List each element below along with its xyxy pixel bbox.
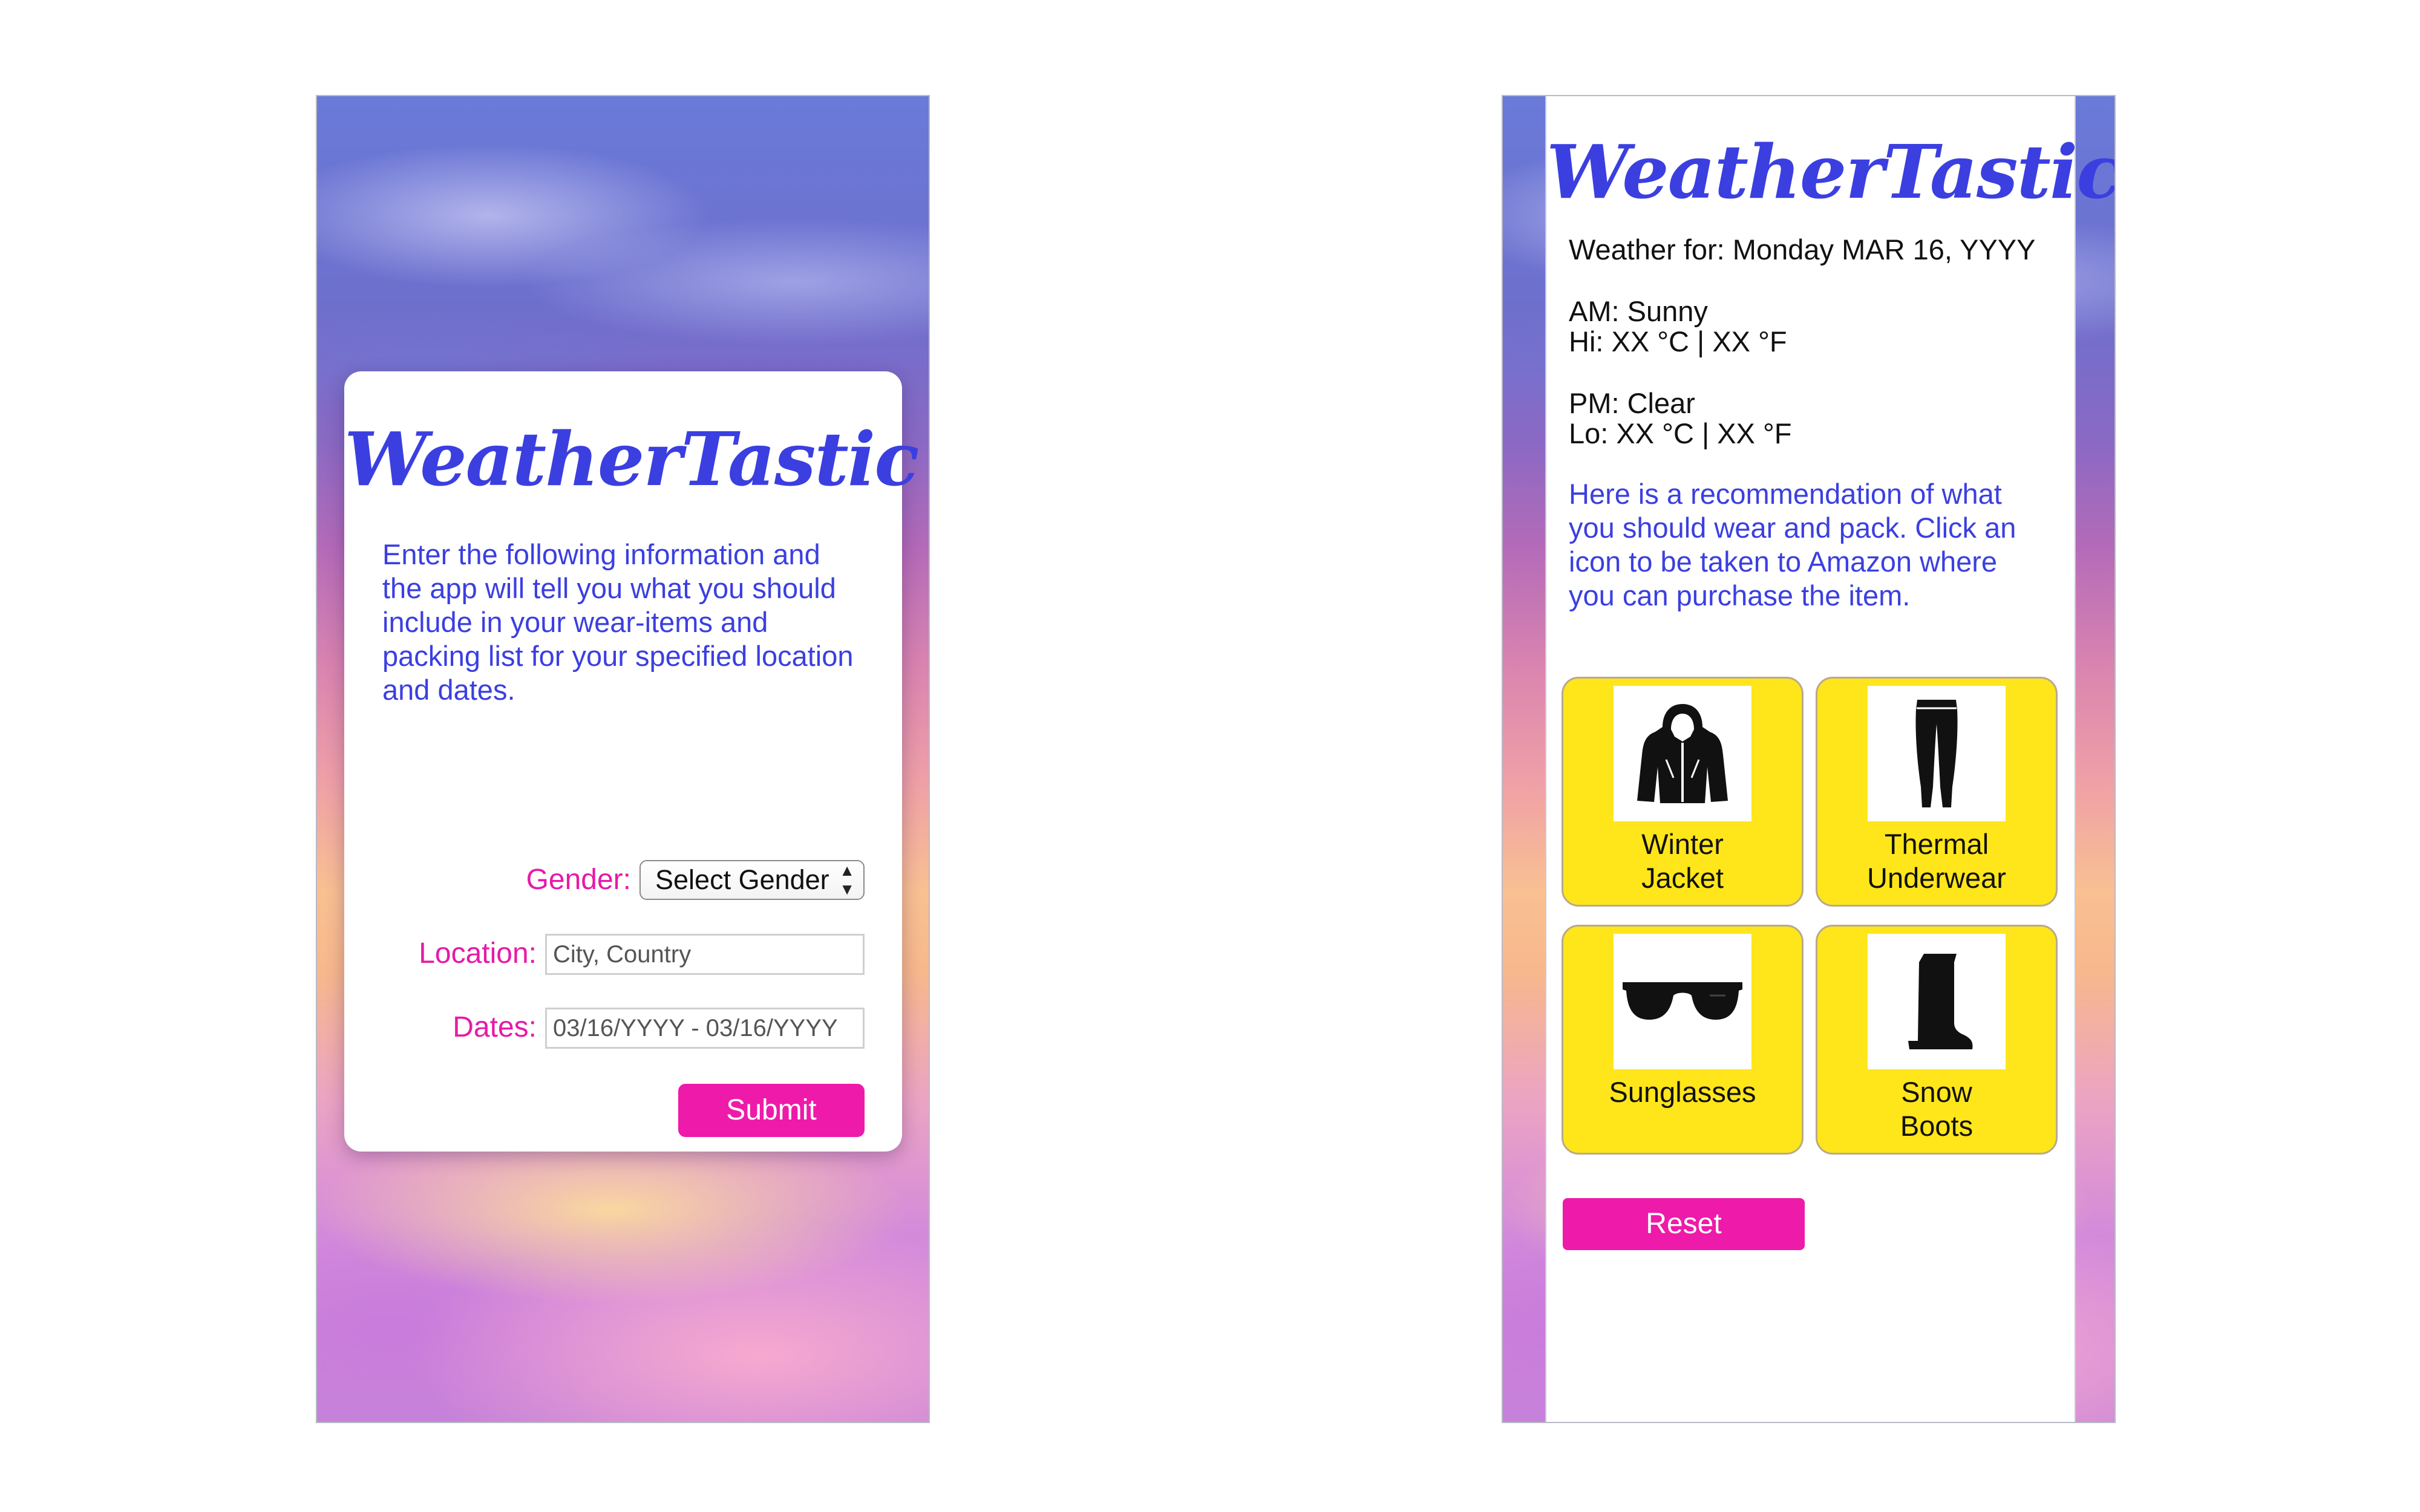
hi-temperature: Hi: XX °C | XX °F — [1569, 325, 1787, 357]
item-label-line1: Snow — [1901, 1076, 1972, 1108]
app-logo: WeatherTastic — [344, 415, 920, 503]
item-tile-thermal-underwear[interactable]: Thermal Underwear — [1816, 677, 2058, 907]
pm-condition: PM: Clear — [1569, 387, 1695, 419]
item-label-line1: Sunglasses — [1609, 1076, 1756, 1108]
winter-jacket-icon — [1614, 686, 1751, 821]
results-screen: WeatherTastic Weather for: Monday MAR 16… — [1502, 95, 2116, 1423]
item-label-line2: Jacket — [1641, 862, 1724, 894]
location-input[interactable]: City, Country — [545, 934, 865, 975]
form-card: WeatherTastic Enter the following inform… — [344, 371, 920, 1152]
item-tile-sunglasses[interactable]: Sunglasses — [1562, 925, 1804, 1155]
results-panel: WeatherTastic Weather for: Monday MAR 16… — [1545, 96, 2116, 1422]
item-label: Winter Jacket — [1563, 827, 1802, 895]
lo-temperature: Lo: XX °C | XX °F — [1569, 417, 1792, 449]
item-label: Snow Boots — [1817, 1075, 2056, 1143]
item-tile-snow-boots[interactable]: Snow Boots — [1816, 925, 2058, 1155]
sunglasses-icon — [1614, 934, 1751, 1069]
item-label: Sunglasses — [1563, 1075, 1802, 1109]
snow-boots-icon — [1868, 934, 2006, 1069]
gender-label: Gender: — [526, 864, 631, 896]
recommendation-text: Here is a recommendation of what you sho… — [1569, 478, 2016, 611]
select-arrows-icon: ▲ ▼ — [839, 861, 855, 898]
item-label: Thermal Underwear — [1817, 827, 2056, 895]
dates-label: Dates: — [453, 1011, 537, 1043]
item-label-line1: Thermal — [1884, 828, 1989, 860]
item-tile-winter-jacket[interactable]: Winter Jacket — [1562, 677, 1804, 907]
gender-select[interactable]: Select Gender ▲ ▼ — [639, 860, 865, 900]
dates-input[interactable]: 03/16/YYYY - 03/16/YYYY — [545, 1008, 865, 1049]
weather-date: Weather for: Monday MAR 16, YYYY — [1569, 233, 2036, 266]
item-label-line1: Winter — [1641, 828, 1724, 860]
submit-button[interactable]: Submit — [678, 1084, 865, 1137]
thermal-underwear-icon — [1868, 686, 2006, 821]
item-label-line2: Underwear — [1867, 862, 2006, 894]
location-label: Location: — [419, 937, 537, 969]
item-label-line2: Boots — [1900, 1110, 1974, 1142]
am-condition: AM: Sunny — [1569, 295, 1708, 327]
dates-row: Dates: 03/16/YYYY - 03/16/YYYY — [344, 1008, 902, 1049]
gender-select-value: Select Gender — [655, 864, 829, 895]
form-screen: WeatherTastic Enter the following inform… — [316, 95, 930, 1423]
intro-text: Enter the following information and the … — [382, 538, 854, 706]
gender-row: Gender: Select Gender ▲ ▼ — [344, 860, 902, 900]
app-logo: WeatherTastic — [1546, 128, 2116, 215]
reset-button[interactable]: Reset — [1563, 1198, 1805, 1250]
location-row: Location: City, Country — [344, 934, 902, 975]
